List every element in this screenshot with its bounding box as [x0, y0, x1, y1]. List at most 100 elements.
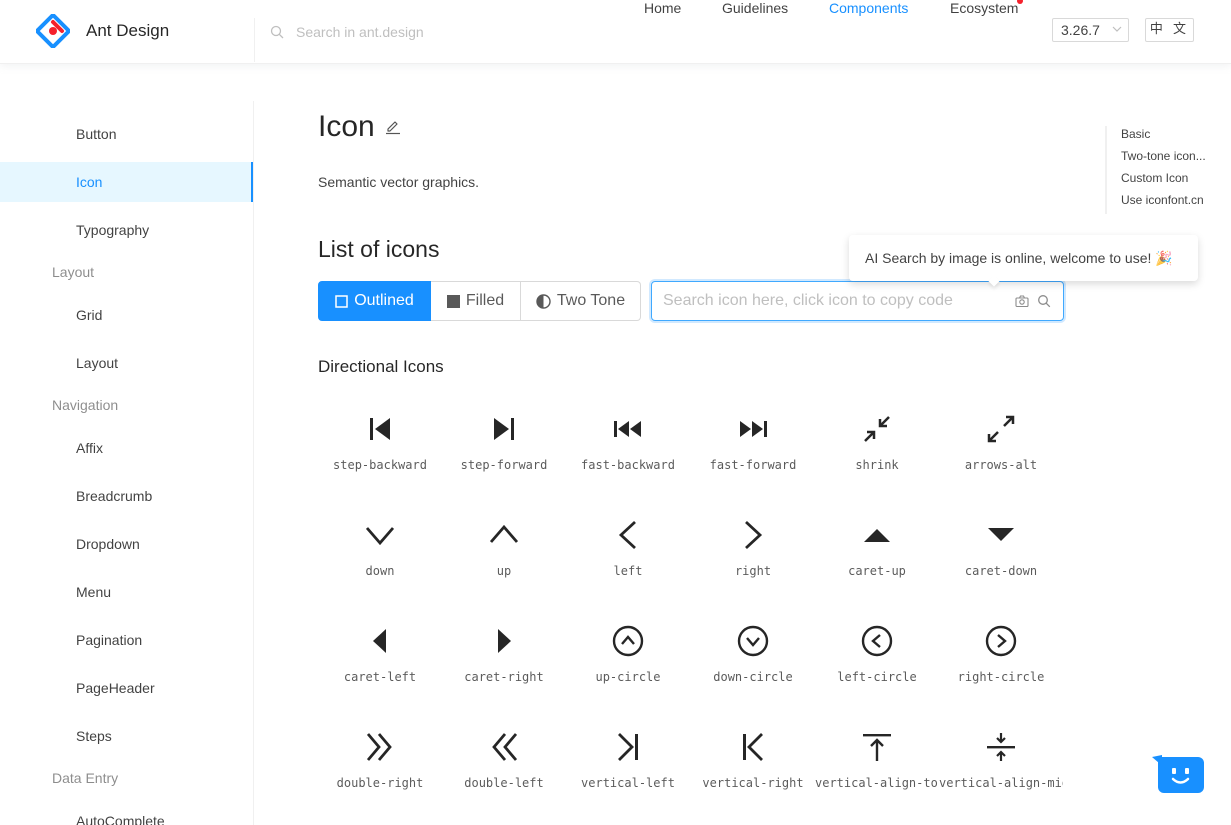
icon-cell-caret-down[interactable]: caret-down	[939, 495, 1063, 601]
logo[interactable]: Ant Design	[36, 14, 169, 48]
icon-search-box	[651, 281, 1064, 321]
vertical-right-icon	[743, 733, 763, 761]
sidebar-item-autocomplete[interactable]: AutoComplete	[0, 801, 253, 825]
icon-cell-arrows-alt[interactable]: arrows-alt	[939, 389, 1063, 495]
icon-cell-step-backward[interactable]: step-backward	[318, 389, 442, 495]
top-header: Ant Design Home Guidelines Components Ecosy…	[0, 0, 1231, 64]
icon-cell-caret-right[interactable]: caret-right	[442, 601, 566, 707]
notification-dot	[1017, 0, 1024, 4]
icon-cell-vertical-align-top[interactable]: vertical-align-top	[815, 707, 939, 813]
icon-label: vertical-left	[581, 776, 675, 790]
nav-home[interactable]: Home	[644, 0, 681, 16]
icon-cell-fast-forward[interactable]: fast-forward	[691, 389, 815, 495]
icon-label: double-left	[464, 776, 544, 790]
icon-cell-left[interactable]: left	[566, 495, 690, 601]
icon-cell-down-circle[interactable]: down-circle	[691, 601, 815, 707]
outlined-theme-button[interactable]: Outlined	[318, 281, 431, 321]
icon-cell-step-forward[interactable]: step-forward	[442, 389, 566, 495]
section-title: Directional Icons	[318, 357, 444, 376]
site-search-input[interactable]	[296, 24, 496, 40]
camera-icon[interactable]	[1015, 294, 1029, 308]
sidebar-item-typography[interactable]: Typography	[0, 210, 253, 250]
sidebar-item-affix[interactable]: Affix	[0, 428, 253, 468]
sidebar-item-layout[interactable]: Layout	[0, 343, 253, 383]
two-tone-theme-button[interactable]: Two Tone	[521, 281, 641, 321]
icon-cell-vertical-left[interactable]: vertical-left	[566, 707, 690, 813]
outlined-square-icon	[335, 294, 348, 308]
page-title: Icon	[318, 110, 401, 144]
icon-cell-right[interactable]: right	[691, 495, 815, 601]
icon-label: right-circle	[957, 670, 1045, 684]
icon-cell-left-circle[interactable]: left-circle	[815, 601, 939, 707]
icon-label: caret-down	[964, 564, 1038, 578]
search-icon[interactable]	[1037, 294, 1051, 308]
icon-label: vertical-align-top	[815, 776, 939, 790]
sidebar-item-steps[interactable]: Steps	[0, 716, 253, 756]
fast-backward-icon	[614, 421, 641, 437]
icon-cell-caret-left[interactable]: caret-left	[318, 601, 442, 707]
icon-cell-shrink[interactable]: shrink	[815, 389, 939, 495]
double-left-icon	[492, 733, 518, 761]
nav-guidelines[interactable]: Guidelines	[722, 0, 788, 16]
sidebar-item-button[interactable]: Button	[0, 114, 253, 154]
step-forward-icon	[494, 418, 514, 440]
vertical-align-middle-icon	[987, 733, 1015, 761]
icon-label: caret-up	[848, 564, 906, 578]
left-icon	[618, 520, 636, 550]
up-icon	[489, 524, 519, 543]
anchor-link-basic[interactable]: Basic	[1121, 126, 1206, 148]
sidebar-item-pageheader[interactable]: PageHeader	[0, 668, 253, 708]
sidebar-item-breadcrumb[interactable]: Breadcrumb	[0, 476, 253, 516]
up-circle-icon	[612, 625, 644, 657]
icon-cell-caret-up[interactable]: caret-up	[815, 495, 939, 601]
sidebar-item-icon[interactable]: Icon	[0, 162, 253, 202]
chevron-down-icon	[1112, 26, 1122, 32]
vertical-left-icon	[618, 733, 638, 761]
icon-cell-up-circle[interactable]: up-circle	[566, 601, 690, 707]
edit-icon[interactable]	[385, 119, 401, 135]
down-circle-icon	[737, 625, 769, 657]
icon-cell-double-left[interactable]: double-left	[442, 707, 566, 813]
filled-square-icon	[446, 294, 460, 308]
icon-label: up	[496, 564, 512, 578]
shrink-icon	[864, 416, 890, 442]
icon-label: right	[734, 564, 772, 578]
version-select[interactable]: 3.26.7	[1052, 18, 1129, 42]
icon-cell-up[interactable]: up	[442, 495, 566, 601]
two-tone-label: Two Tone	[556, 292, 626, 309]
icon-cell-vertical-right[interactable]: vertical-right	[691, 707, 815, 813]
fast-forward-icon	[740, 421, 767, 437]
anchor-link-custom-icon[interactable]: Custom Icon	[1121, 170, 1206, 192]
icon-label: shrink	[855, 458, 899, 472]
icon-label: up-circle	[595, 670, 661, 684]
list-title: List of icons	[318, 236, 440, 262]
sidebar-item-grid[interactable]: Grid	[0, 295, 253, 335]
nav-components[interactable]: Components	[829, 0, 908, 16]
page-description: Semantic vector graphics.	[318, 174, 480, 190]
anchor-link-use-iconfont-cn[interactable]: Use iconfont.cn	[1121, 192, 1206, 214]
icon-search-input[interactable]	[663, 292, 1015, 310]
sidebar-item-menu[interactable]: Menu	[0, 572, 253, 612]
down-icon	[365, 527, 395, 546]
sidebar-item-pagination[interactable]: Pagination	[0, 620, 253, 660]
icon-label: vertical-right	[702, 776, 804, 790]
caret-right-icon	[498, 629, 511, 653]
help-bot-icon[interactable]	[1152, 755, 1204, 795]
icon-cell-down[interactable]: down	[318, 495, 442, 601]
nav-ecosystem[interactable]: Ecosystem	[950, 0, 1024, 16]
site-search[interactable]	[270, 20, 496, 44]
icon-cell-fast-backward[interactable]: fast-backward	[566, 389, 690, 495]
anchor-link-two-tone-icon-[interactable]: Two-tone icon...	[1121, 148, 1206, 170]
left-circle-icon	[861, 625, 893, 657]
icon-label: step-forward	[460, 458, 548, 472]
sidebar-menu: Button Icon Typography Layout Grid Layout Navi…	[0, 101, 254, 825]
icon-cell-double-right[interactable]: double-right	[318, 707, 442, 813]
icon-cell-right-circle[interactable]: right-circle	[939, 601, 1063, 707]
caret-up-icon	[864, 529, 890, 542]
icon-label: step-backward	[333, 458, 427, 472]
filled-theme-button[interactable]: Filled	[431, 281, 521, 321]
sidebar-item-dropdown[interactable]: Dropdown	[0, 524, 253, 564]
language-button[interactable]: 中 文	[1145, 18, 1194, 42]
icon-cell-vertical-align-middle[interactable]: vertical-align-middle	[939, 707, 1063, 813]
icon-label: fast-backward	[581, 458, 675, 472]
